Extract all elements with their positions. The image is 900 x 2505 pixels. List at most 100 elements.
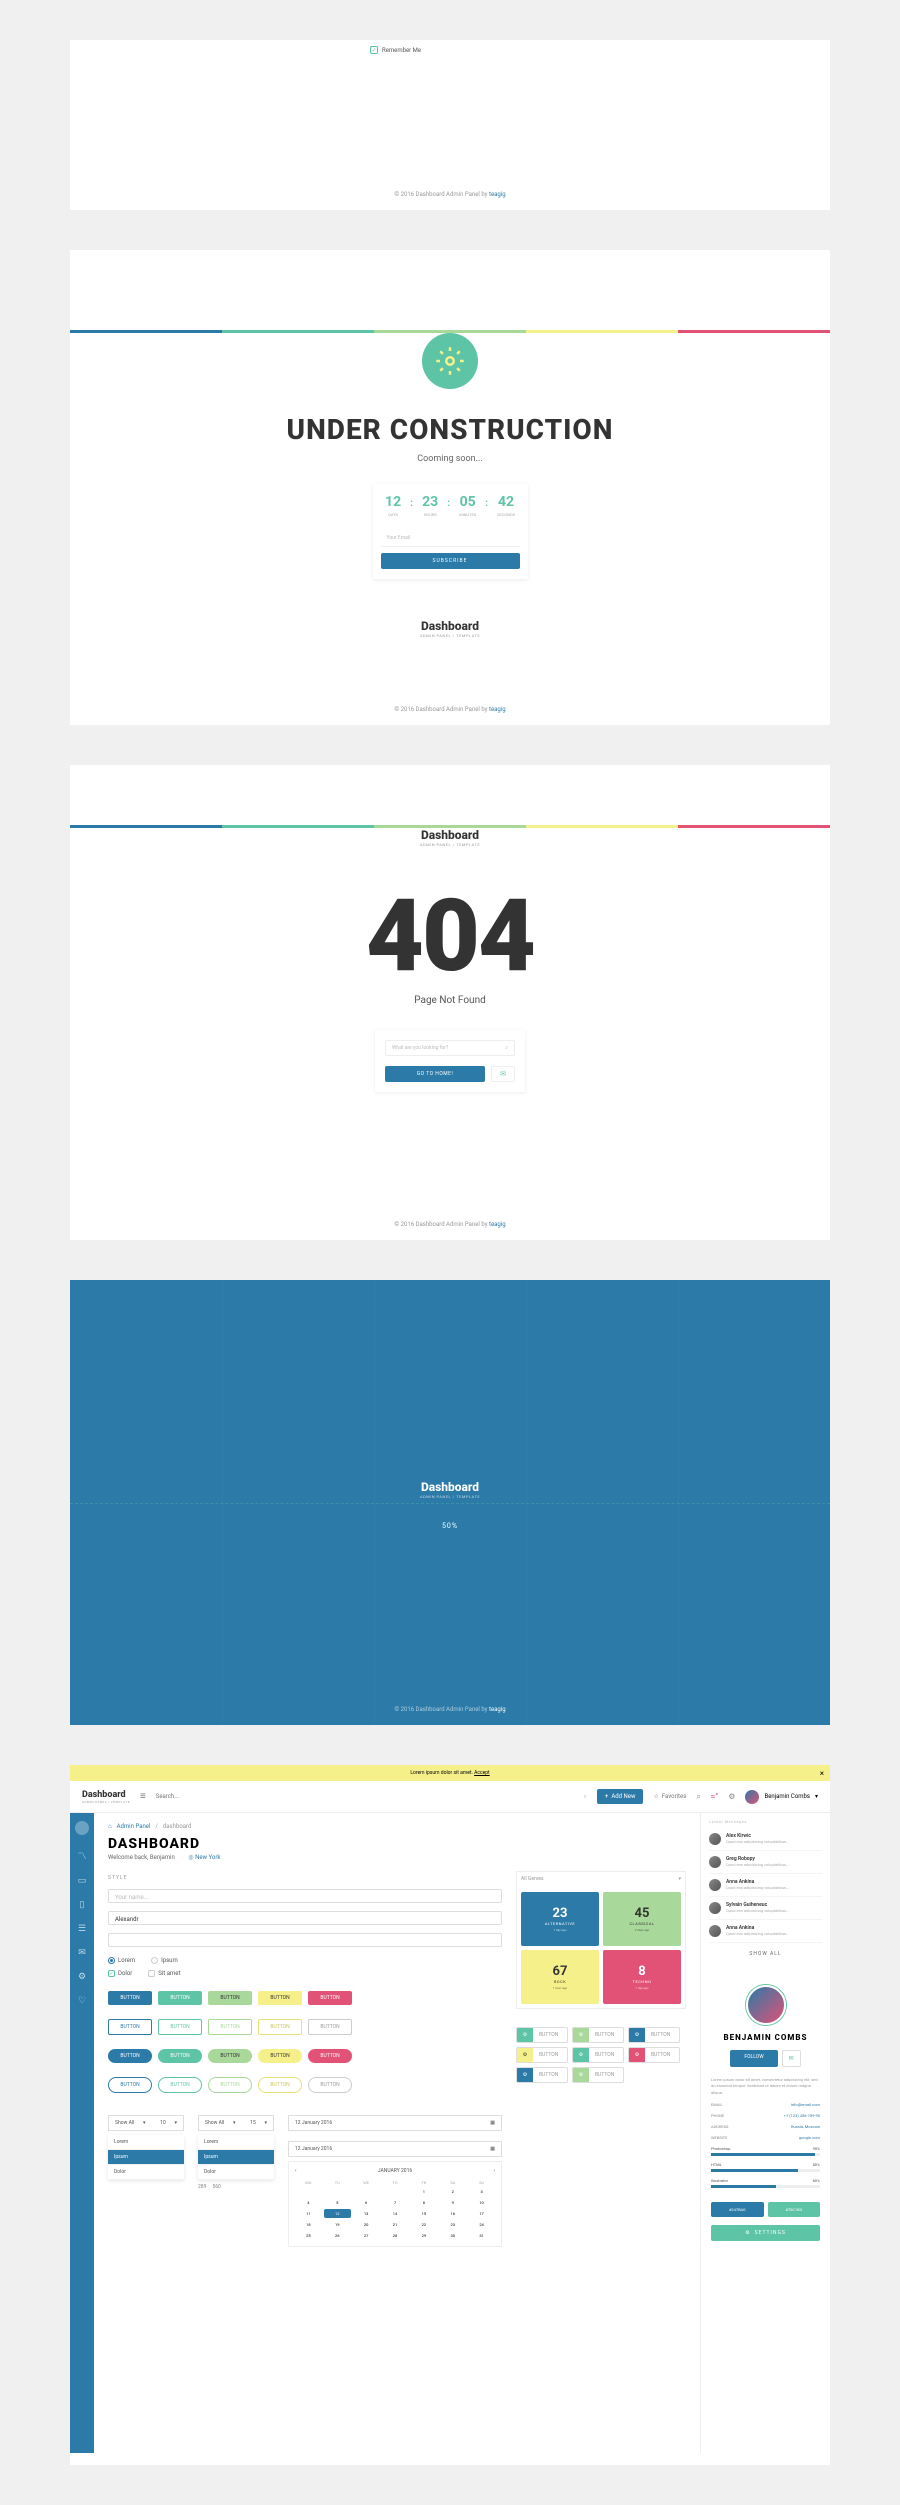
notifications-icon[interactable]: ≈° [711,1792,719,1801]
button-teal[interactable]: BUTTON [158,1991,202,2005]
button-blue[interactable]: BUTTON [108,1991,152,2005]
radio-lorem[interactable]: Lorem [108,1957,135,1964]
menu-icon[interactable]: ≡ [140,1791,146,1802]
show-all-button[interactable]: SHOW ALL [709,1943,822,1965]
calendar-day[interactable]: 15 [410,2209,437,2218]
calendar-day[interactable]: 23 [439,2220,466,2229]
calendar-day[interactable]: 3 [468,2187,495,2196]
button-ro-blue[interactable]: BUTTON [108,2077,152,2093]
settings-icon[interactable]: ⚙ [728,1792,735,1801]
stat-techno[interactable]: 8TECHNO7 day ago [603,1950,681,2004]
button-out-teal[interactable]: BUTTON [158,2019,202,2035]
dropdown-item[interactable]: Lorem [108,2135,184,2150]
accept-link[interactable]: Accept [474,1770,490,1776]
genre-select[interactable]: All Genres▾ [517,1872,685,1888]
button-r-green[interactable]: BUTTON [208,2049,252,2063]
search-input[interactable]: What are you looking for? ⌕ [385,1040,515,1056]
dropdown-item[interactable]: Dolor [198,2165,274,2180]
dropdown-showall-1[interactable]: Show All▾10▾ [108,2115,184,2131]
sidebar-phone-icon[interactable]: ▯ [80,1900,85,1910]
name-input-placeholder[interactable]: Your name... [108,1889,502,1903]
button-green[interactable]: BUTTON [208,1991,252,2005]
settings-button[interactable]: ⚙SETTINGS [711,2225,820,2241]
calendar-day[interactable]: 27 [353,2231,380,2240]
calendar-day[interactable]: 25 [295,2231,322,2240]
swatch-2[interactable]: #70C1B3 [768,2202,821,2217]
remember-me[interactable]: ✓ Remember Me [370,46,421,54]
dropdown-showall-2[interactable]: Show All▾15▾ [198,2115,274,2131]
stat-classical[interactable]: 45CLASSICAL2 days ago [603,1892,681,1946]
calendar-day[interactable]: 14 [382,2209,409,2218]
button-pink[interactable]: BUTTON [308,1991,352,2005]
go-home-button[interactable]: GO TO HOME! [385,1066,485,1082]
button-yellow[interactable]: BUTTON [258,1991,302,2005]
sidebar-gear-icon[interactable]: ⚙ [78,1972,86,1982]
close-icon[interactable]: × [820,1769,824,1778]
sidebar-user-icon[interactable]: ♡ [78,1996,86,2006]
stat-rock[interactable]: 67ROCK1 hour ago [521,1950,599,2004]
subscribe-button[interactable]: SUBSCRIBE [381,553,520,569]
sidebar-avatar[interactable] [75,1821,89,1835]
button-r-teal[interactable]: BUTTON [158,2049,202,2063]
breadcrumb-root[interactable]: Admin Panel [117,1823,151,1830]
date-picker-2[interactable]: 12 January 2016▦ [288,2141,502,2157]
calendar-day[interactable]: 9 [439,2198,466,2207]
cal-next[interactable]: › [493,2168,495,2174]
calendar-day[interactable]: 30 [439,2231,466,2240]
calendar-day[interactable]: 7 [382,2198,409,2207]
calendar-day[interactable]: 16 [439,2209,466,2218]
calendar-day[interactable]: 18 [295,2220,322,2229]
calendar-day[interactable]: 24 [468,2220,495,2229]
button-ro-green[interactable]: BUTTON [208,2077,252,2093]
button-ro-gray[interactable]: BUTTON [308,2077,352,2093]
icon-button[interactable]: ⚙BUTTON [628,2047,680,2063]
calendar-day[interactable]: 31 [468,2231,495,2240]
calendar-day[interactable]: 11 [295,2209,322,2218]
dropdown-item[interactable]: Dolor [108,2165,184,2180]
calendar-day[interactable]: 13 [353,2209,380,2218]
button-out-gray[interactable]: BUTTON [308,2019,352,2035]
calendar-day[interactable]: 1 [410,2187,437,2196]
button-out-green[interactable]: BUTTON [208,2019,252,2035]
calendar-day[interactable]: 22 [410,2220,437,2229]
calendar-day[interactable]: 12 [324,2209,351,2218]
add-new-button[interactable]: +Add New [597,1789,644,1804]
message-button[interactable]: ✉ [782,2050,801,2067]
calendar-day[interactable]: 29 [410,2231,437,2240]
icon-button[interactable]: ⚙BUTTON [572,2067,624,2083]
credit-link[interactable]: teagig [489,706,506,713]
message-item[interactable]: Anna AnkinaQuod eos adipisicing voluptat… [709,1920,822,1943]
calendar-day[interactable]: 17 [468,2209,495,2218]
user-menu[interactable]: Benjamin Combs ▾ [745,1790,818,1804]
message-item[interactable]: Greg RobopyQuod eos adipisicing voluptat… [709,1851,822,1874]
swatch-1[interactable]: #247BA0 [711,2202,764,2217]
name-input-filled[interactable]: Alexandr [108,1911,502,1925]
sidebar-list-icon[interactable]: ☰ [78,1924,86,1934]
button-r-blue[interactable]: BUTTON [108,2049,152,2063]
cal-prev[interactable]: ‹ [295,2168,297,2174]
calendar-day[interactable]: 6 [353,2198,380,2207]
calendar-day[interactable]: 10 [468,2198,495,2207]
radio-ipsum[interactable]: Ipsum [151,1957,178,1964]
calendar-day[interactable]: 20 [353,2220,380,2229]
checkbox-dolor[interactable]: ✓Dolor [108,1970,132,1977]
dropdown-item-selected[interactable]: Ipsum [108,2150,184,2165]
icon-button[interactable]: ⚙BUTTON [572,2047,624,2063]
search-input[interactable] [156,1793,578,1800]
mail-button[interactable]: ✉ [491,1066,515,1082]
location-link[interactable]: ◎ New York [188,1854,220,1861]
checkbox-sitamet[interactable]: Sit amet [148,1970,180,1977]
icon-button[interactable]: ⚙BUTTON [516,2047,568,2063]
calendar-day[interactable]: 26 [324,2231,351,2240]
follow-button[interactable]: FOLLOW [730,2050,777,2067]
calendar-day[interactable]: 28 [382,2231,409,2240]
button-r-yellow[interactable]: BUTTON [258,2049,302,2063]
calendar-day[interactable]: 8 [410,2198,437,2207]
credit-link[interactable]: teagig [489,1221,506,1228]
message-item[interactable]: Alex KirwicQuod eos adipisicing voluptat… [709,1828,822,1851]
calendar-day[interactable]: 5 [324,2198,351,2207]
date-picker-1[interactable]: 12 January 2016▦ [288,2115,502,2131]
email-input[interactable]: Your Email [381,531,520,547]
calendar-day[interactable]: 4 [295,2198,322,2207]
sidebar-chat-icon[interactable]: ✉ [78,1948,86,1958]
